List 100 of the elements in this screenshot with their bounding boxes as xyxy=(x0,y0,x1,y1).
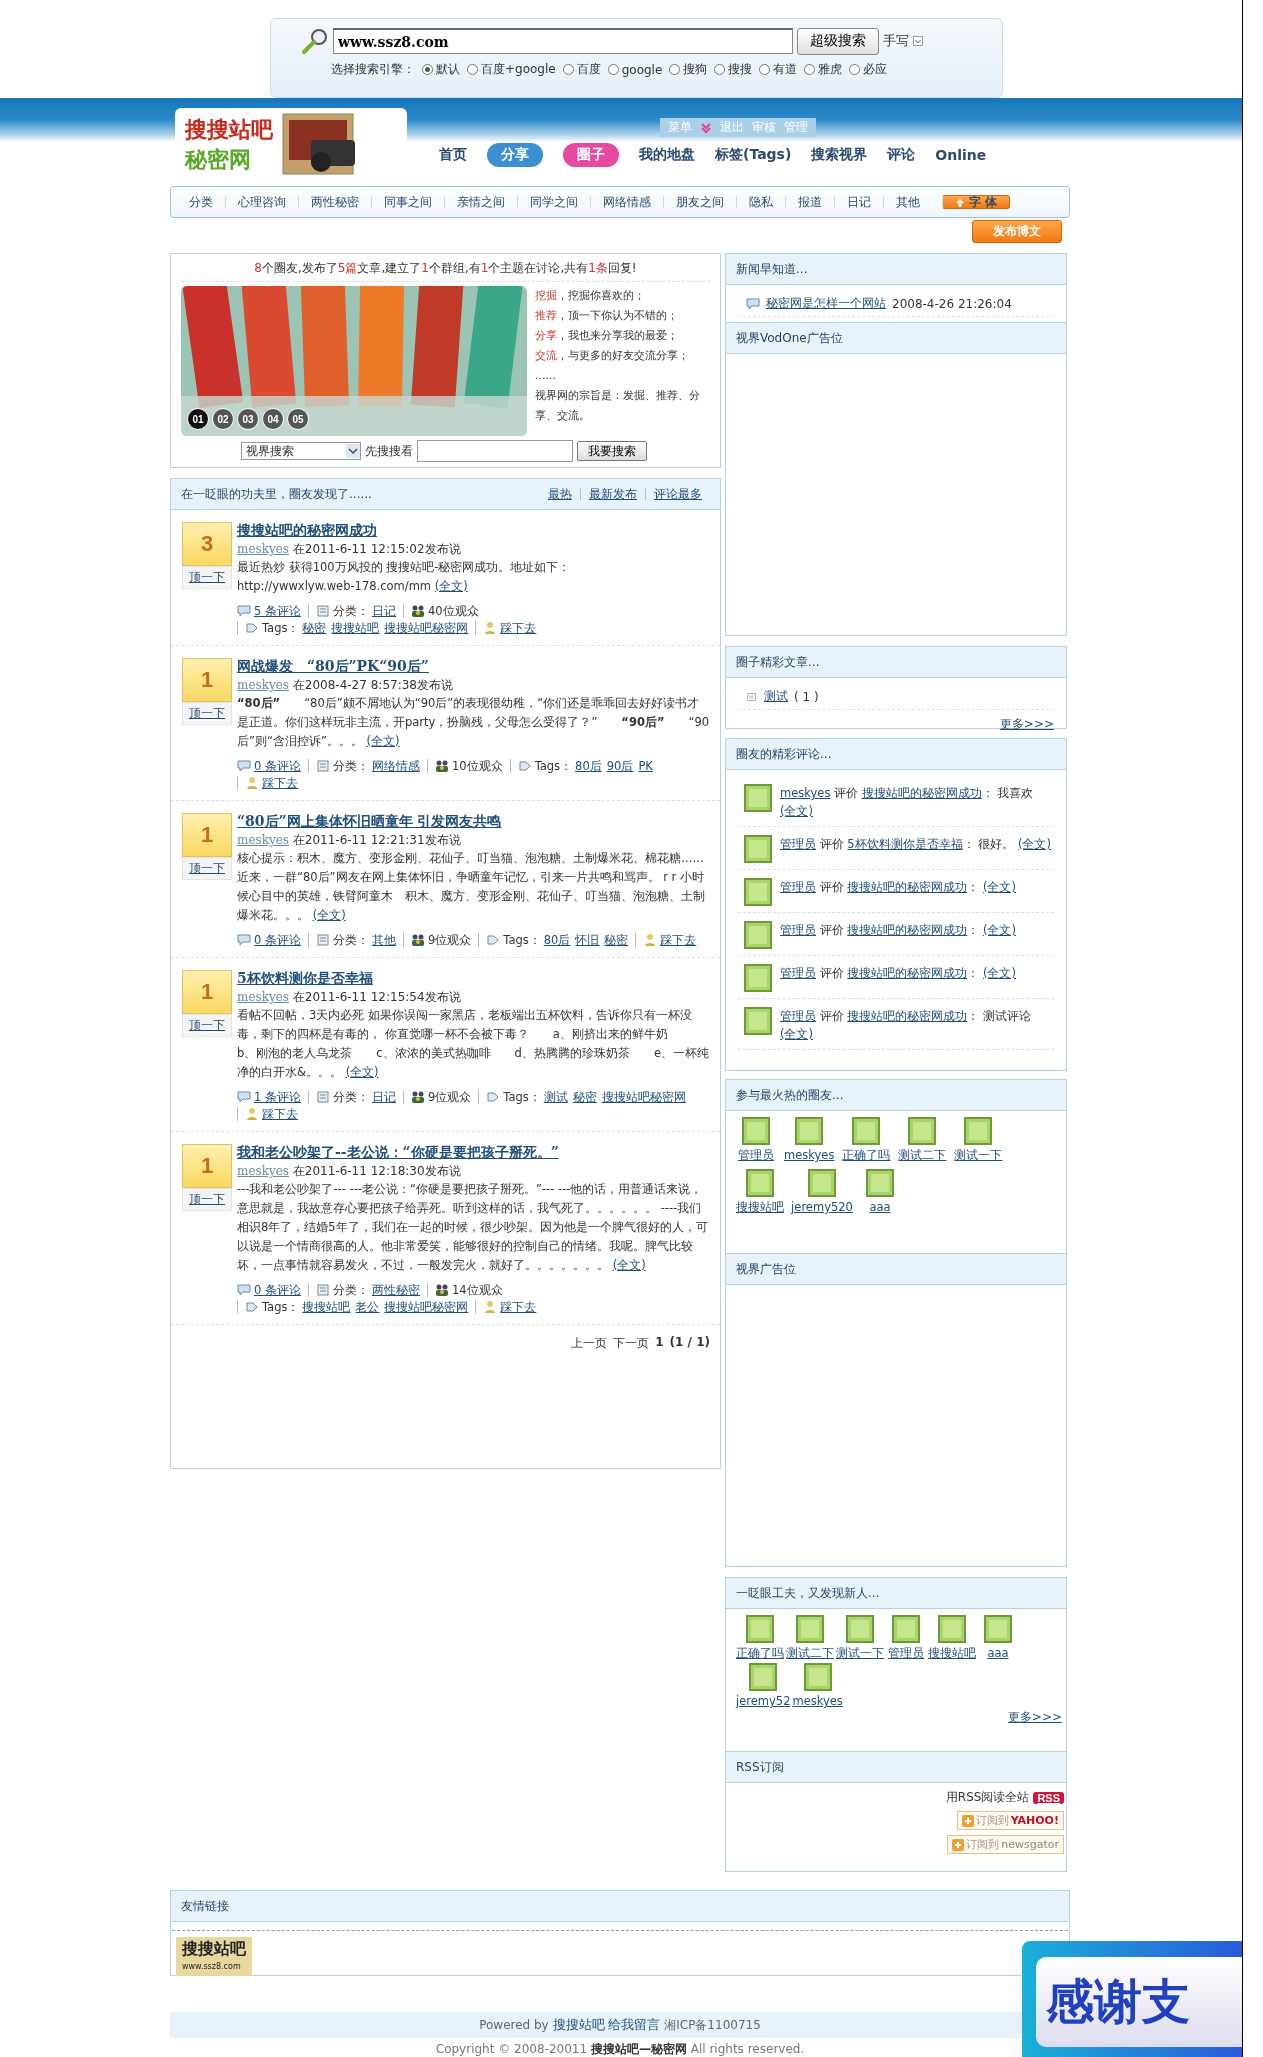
friend-link-logo[interactable]: 搜搜站吧 www.ssz8.com xyxy=(176,1937,252,1976)
tag-link[interactable]: 秘密 xyxy=(302,621,327,635)
article-link[interactable]: 5杯饮料测你是否幸福 xyxy=(847,837,963,851)
author-link[interactable]: meskyes xyxy=(237,990,289,1004)
radio-button[interactable] xyxy=(849,64,861,75)
tag-link[interactable]: 搜搜站吧秘密网 xyxy=(601,1090,686,1104)
radio-button[interactable] xyxy=(714,64,726,75)
sort-link[interactable]: 最热 xyxy=(540,488,580,500)
article-title[interactable]: “80后”网上集体怀旧晒童年 引发网友共鸣 xyxy=(237,813,502,829)
engine-option[interactable]: 搜狗 xyxy=(683,61,708,78)
full-text-link[interactable]: (全文) xyxy=(780,1027,813,1041)
radio-button[interactable] xyxy=(562,64,574,75)
full-text-link[interactable]: (全文) xyxy=(345,1065,379,1079)
user-link[interactable]: 管理员 xyxy=(780,966,816,980)
category-link[interactable]: 其他 xyxy=(372,933,396,947)
radio-button[interactable] xyxy=(669,64,681,75)
subscribe-button[interactable]: 订阅到 newsgator xyxy=(947,1835,1064,1854)
comments-link[interactable]: 1 条评论 xyxy=(254,1090,301,1104)
comments-link[interactable]: 0 条评论 xyxy=(254,1283,301,1297)
message-link[interactable]: 给我留言 xyxy=(608,2017,661,2032)
user-link[interactable]: 管理员 xyxy=(780,1009,816,1023)
category-link[interactable]: 日记 xyxy=(834,196,883,208)
article-title[interactable]: 网战爆发 “80后”PK“90后” xyxy=(237,658,429,674)
full-text-link[interactable]: (全文) xyxy=(982,966,1016,980)
engine-option[interactable]: 百度+google xyxy=(481,61,556,78)
category-link[interactable]: 同事之间 xyxy=(371,196,444,208)
tag-link[interactable]: 搜搜站吧秘密网 xyxy=(384,1300,469,1314)
nav-link[interactable]: 评论 xyxy=(887,146,916,164)
nav-link[interactable]: 标签(Tags) xyxy=(715,146,792,164)
member-link[interactable]: 正确了吗 xyxy=(736,1645,784,1661)
step-down-link[interactable]: 踩下去 xyxy=(500,1300,537,1314)
category-link[interactable]: 隐私 xyxy=(736,196,785,208)
step-down-link[interactable]: 踩下去 xyxy=(262,776,298,790)
category-link[interactable]: 报道 xyxy=(785,196,834,208)
article-link[interactable]: 搜搜站吧的秘密网成功 xyxy=(847,1009,968,1023)
member-link[interactable]: 测试二下 xyxy=(898,1147,947,1163)
user-link[interactable]: 管理员 xyxy=(780,837,816,851)
article-title[interactable]: 5杯饮料测你是否幸福 xyxy=(237,970,373,986)
vote-link[interactable]: 顶一下 xyxy=(182,702,232,725)
engine-option[interactable]: 雅虎 xyxy=(818,61,843,78)
article-link[interactable]: 搜搜站吧的秘密网成功 xyxy=(847,923,968,937)
tag-link[interactable]: 搜搜站吧秘密网 xyxy=(384,621,469,635)
engine-option[interactable]: 有道 xyxy=(773,61,798,78)
more-link[interactable]: 更多>>> xyxy=(738,716,1054,733)
full-text-link[interactable]: (全文) xyxy=(780,804,813,818)
tag-link[interactable]: 秘密 xyxy=(572,1090,597,1104)
category-link[interactable]: 朋友之间 xyxy=(663,196,736,208)
category-link[interactable]: 其他 xyxy=(883,196,932,208)
search-button[interactable]: 我要搜索 xyxy=(577,441,647,461)
subscribe-button[interactable]: 订阅到 YAHOO! xyxy=(956,1811,1064,1830)
radio-button[interactable] xyxy=(759,64,771,75)
tag-link[interactable]: 90后 xyxy=(606,759,634,773)
tag-link[interactable]: 搜搜站吧 xyxy=(302,1300,351,1314)
article-link[interactable]: 测试 xyxy=(764,688,788,705)
vote-link[interactable]: 顶一下 xyxy=(182,1014,232,1037)
radio-button[interactable] xyxy=(467,64,478,75)
news-link[interactable]: 秘密网是怎样一个网站 xyxy=(766,295,886,312)
member-link[interactable]: 搜搜站吧 xyxy=(736,1199,784,1215)
category-link[interactable]: 分类 xyxy=(177,196,225,208)
category-link[interactable]: 同学之间 xyxy=(517,196,590,208)
tag-link[interactable]: 80后 xyxy=(543,933,571,947)
member-link[interactable]: aaa xyxy=(869,1199,891,1215)
tag-link[interactable]: 测试 xyxy=(543,1090,568,1104)
member-link[interactable]: jeremy52 xyxy=(736,1693,791,1709)
comments-link[interactable]: 5 条评论 xyxy=(254,604,301,618)
category-link[interactable]: 日记 xyxy=(372,1090,396,1104)
font-button[interactable]: 字 体 xyxy=(942,195,1011,209)
category-link[interactable]: 日记 xyxy=(372,604,396,618)
sort-link[interactable]: 最新发布 xyxy=(580,488,645,500)
full-text-link[interactable]: (全文) xyxy=(1017,837,1051,851)
radio-button[interactable] xyxy=(607,64,619,75)
category-link[interactable]: 两性秘密 xyxy=(372,1283,420,1297)
member-link[interactable]: meskyes xyxy=(792,1693,843,1709)
category-link[interactable]: 两性秘密 xyxy=(298,196,371,208)
user-link[interactable]: meskyes xyxy=(780,786,831,800)
full-text-link[interactable]: (全文) xyxy=(366,734,400,748)
sort-link[interactable]: 评论最多 xyxy=(645,488,710,500)
tag-link[interactable]: 80后 xyxy=(575,759,602,773)
nav-link[interactable]: 搜索视界 xyxy=(811,146,868,164)
nav-tab[interactable]: 圈子 xyxy=(563,143,619,167)
member-link[interactable]: aaa xyxy=(987,1645,1009,1661)
member-link[interactable]: 测试二下 xyxy=(786,1645,834,1661)
member-link[interactable]: meskyes xyxy=(784,1147,835,1163)
user-link[interactable]: 管理员 xyxy=(780,923,816,937)
author-link[interactable]: meskyes xyxy=(237,833,289,847)
author-link[interactable]: meskyes xyxy=(237,1164,289,1178)
engine-option[interactable]: 搜搜 xyxy=(728,61,753,78)
category-link[interactable]: 网络情感 xyxy=(372,759,420,773)
step-down-link[interactable]: 踩下去 xyxy=(660,933,697,947)
member-link[interactable]: jeremy520 xyxy=(791,1199,853,1215)
search-select[interactable]: 视界搜索 xyxy=(241,442,361,460)
author-link[interactable]: meskyes xyxy=(237,542,289,556)
vote-link[interactable]: 顶一下 xyxy=(182,857,232,880)
thanks-popup[interactable]: 感谢支 xyxy=(1022,1941,1242,2057)
vote-link[interactable]: 顶一下 xyxy=(182,566,232,589)
nav-link[interactable]: 我的地盘 xyxy=(639,146,695,164)
radio-button[interactable] xyxy=(804,64,816,75)
article-link[interactable]: 搜搜站吧的秘密网成功 xyxy=(847,880,968,894)
full-text-link[interactable]: (全文) xyxy=(982,880,1016,894)
search-button[interactable]: 超级搜索 xyxy=(797,27,879,55)
